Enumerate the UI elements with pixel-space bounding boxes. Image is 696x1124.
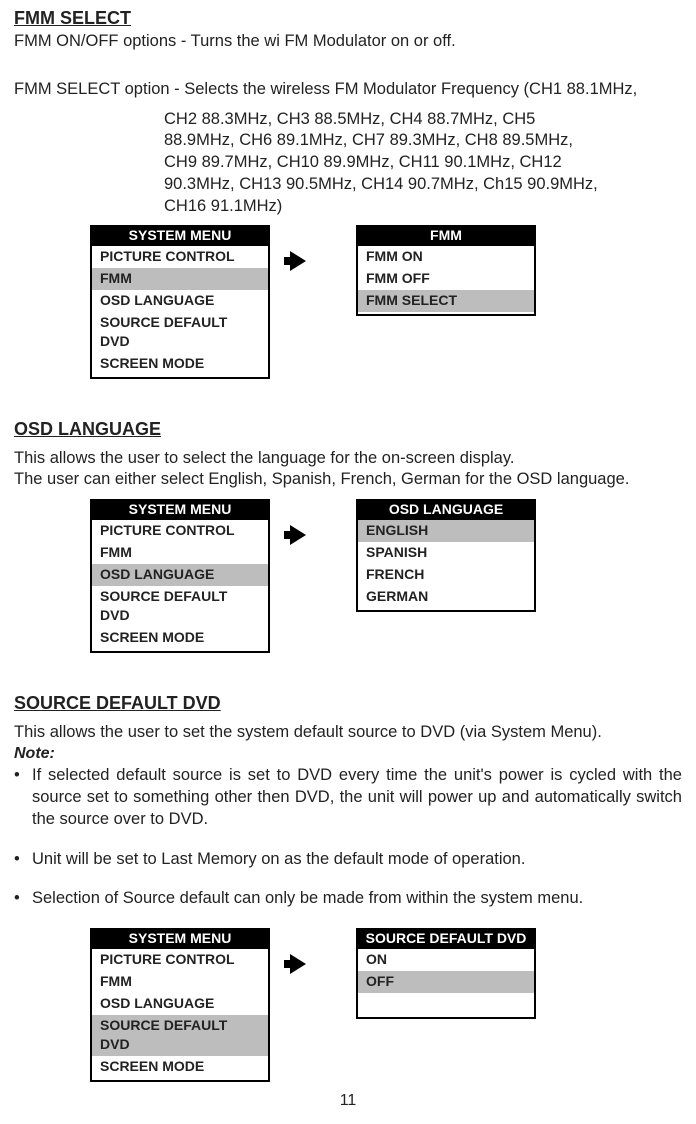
fmm-system-menu: SYSTEM MENU PICTURE CONTROL FMM OSD LANG…: [90, 225, 270, 378]
manual-page: FMM SELECT FMM ON/OFF options - Turns th…: [0, 0, 696, 1124]
fmm-submenu: FMM FMM ON FMM OFF FMM SELECT: [356, 225, 536, 316]
menu-item-off[interactable]: OFF: [358, 971, 534, 993]
menu-item-picture-control[interactable]: PICTURE CONTROL: [92, 520, 268, 542]
osd-p2: The user can either select English, Span…: [14, 469, 682, 491]
src-note-label: Note:: [14, 745, 682, 763]
arrow-right-icon: [290, 525, 306, 545]
menu-title: OSD LANGUAGE: [358, 499, 534, 520]
menu-item-english[interactable]: ENGLISH: [358, 520, 534, 542]
menu-item-fmm-select[interactable]: FMM SELECT: [358, 290, 534, 312]
page-number: 11: [14, 1092, 682, 1110]
src-submenu: SOURCE DEFAULT DVD ON OFF: [356, 928, 536, 1019]
osd-menus-row: SYSTEM MENU PICTURE CONTROL FMM OSD LANG…: [90, 499, 682, 652]
menu-item-fmm[interactable]: FMM: [92, 542, 268, 564]
src-p1: This allows the user to set the system d…: [14, 722, 682, 744]
arrow-right-icon: [290, 251, 306, 271]
fmm-p2-l2: CH2 88.3MHz, CH3 88.5MHz, CH4 88.7MHz, C…: [164, 109, 682, 131]
menu-item-german[interactable]: GERMAN: [358, 586, 534, 608]
fmm-p2-l6: CH16 91.1MHz): [164, 196, 682, 218]
menu-item-picture-control[interactable]: PICTURE CONTROL: [92, 949, 268, 971]
menu-item-osd-language[interactable]: OSD LANGUAGE: [92, 993, 268, 1015]
menu-item-fmm-off[interactable]: FMM OFF: [358, 268, 534, 290]
menu-item-osd-language[interactable]: OSD LANGUAGE: [92, 564, 268, 586]
fmm-menus-row: SYSTEM MENU PICTURE CONTROL FMM OSD LANG…: [90, 225, 682, 378]
menu-item-spanish[interactable]: SPANISH: [358, 542, 534, 564]
arrow-right-icon: [290, 954, 306, 974]
menu-item-on[interactable]: ON: [358, 949, 534, 971]
fmm-p2-l4: CH9 89.7MHz, CH10 89.9MHz, CH11 90.1MHz,…: [164, 152, 682, 174]
menu-title: SYSTEM MENU: [92, 499, 268, 520]
menu-title: SYSTEM MENU: [92, 928, 268, 949]
menu-item-fmm[interactable]: FMM: [92, 971, 268, 993]
menu-item-picture-control[interactable]: PICTURE CONTROL: [92, 246, 268, 268]
src-menus-row: SYSTEM MENU PICTURE CONTROL FMM OSD LANG…: [90, 928, 682, 1081]
fmm-p1: FMM ON/OFF options - Turns the wi FM Mod…: [14, 31, 682, 53]
menu-item-source-default-dvd[interactable]: SOURCE DEFAULT DVD: [92, 312, 268, 353]
menu-item-fmm[interactable]: FMM: [92, 268, 268, 290]
fmm-p2-lead: FMM SELECT option - Selects the wireless…: [14, 79, 682, 101]
osd-submenu: OSD LANGUAGE ENGLISH SPANISH FRENCH GERM…: [356, 499, 536, 612]
menu-item-screen-mode[interactable]: SCREEN MODE: [92, 353, 268, 375]
menu-title: FMM: [358, 225, 534, 246]
menu-title: SOURCE DEFAULT DVD: [358, 928, 534, 949]
fmm-heading: FMM SELECT: [14, 8, 682, 29]
osd-system-menu: SYSTEM MENU PICTURE CONTROL FMM OSD LANG…: [90, 499, 270, 652]
menu-item-screen-mode[interactable]: SCREEN MODE: [92, 1056, 268, 1078]
fmm-p2-l3: 88.9MHz, CH6 89.1MHz, CH7 89.3MHz, CH8 8…: [164, 130, 682, 152]
osd-p1: This allows the user to select the langu…: [14, 448, 682, 470]
src-bullet-1: If selected default source is set to DVD…: [14, 765, 682, 830]
menu-item-source-default-dvd[interactable]: SOURCE DEFAULT DVD: [92, 1015, 268, 1056]
menu-item-source-default-dvd[interactable]: SOURCE DEFAULT DVD: [92, 586, 268, 627]
src-bullet-2: Unit will be set to Last Memory on as th…: [14, 849, 682, 871]
menu-item-fmm-on[interactable]: FMM ON: [358, 246, 534, 268]
menu-item-blank: [358, 993, 534, 1015]
osd-heading: OSD LANGUAGE: [14, 419, 682, 440]
src-system-menu: SYSTEM MENU PICTURE CONTROL FMM OSD LANG…: [90, 928, 270, 1081]
src-bullet-list: If selected default source is set to DVD…: [14, 765, 682, 910]
fmm-p2-l5: 90.3MHz, CH13 90.5MHz, CH14 90.7MHz, Ch1…: [164, 174, 682, 196]
menu-title: SYSTEM MENU: [92, 225, 268, 246]
menu-item-french[interactable]: FRENCH: [358, 564, 534, 586]
menu-item-screen-mode[interactable]: SCREEN MODE: [92, 627, 268, 649]
menu-item-osd-language[interactable]: OSD LANGUAGE: [92, 290, 268, 312]
src-bullet-3: Selection of Source default can only be …: [14, 888, 682, 910]
src-heading: SOURCE DEFAULT DVD: [14, 693, 682, 714]
